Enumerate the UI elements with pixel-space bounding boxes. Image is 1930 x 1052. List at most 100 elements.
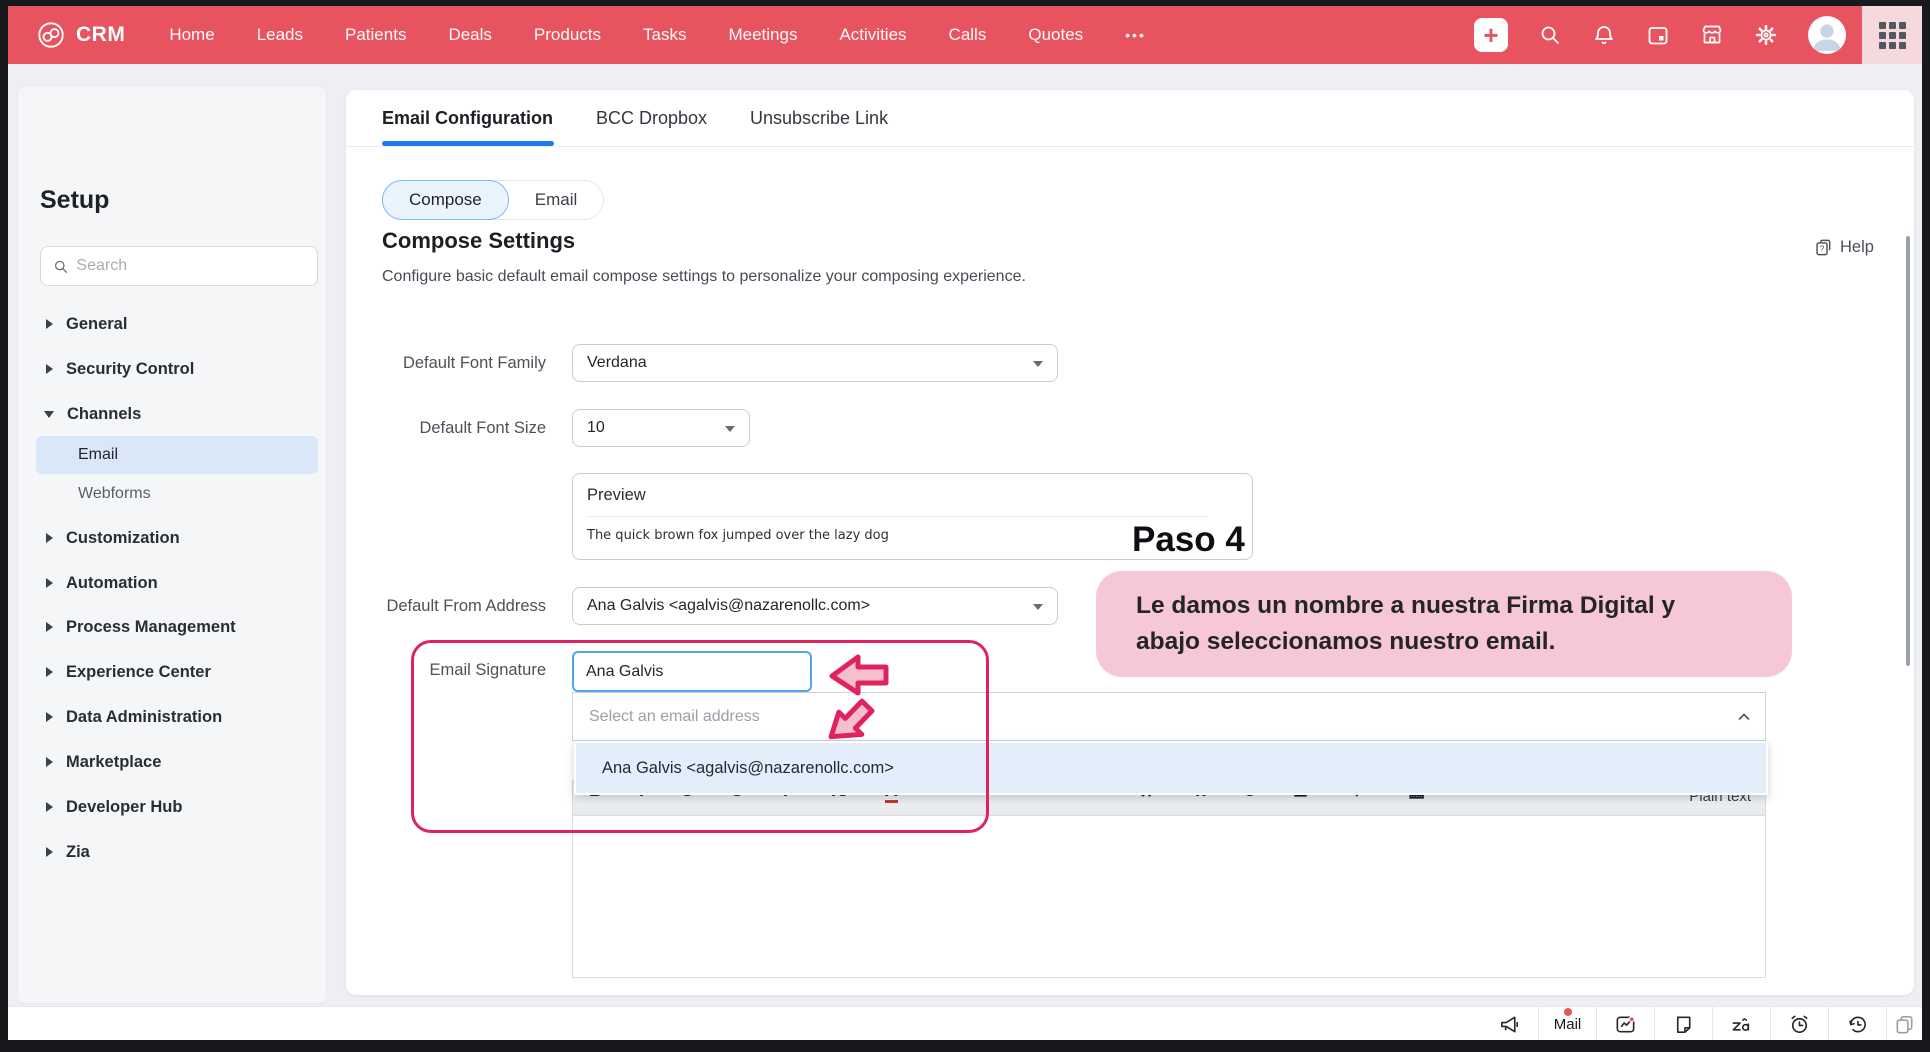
chevron-right-icon — [46, 622, 53, 632]
tab-bcc-dropbox[interactable]: BCC Dropbox — [596, 108, 707, 129]
chevron-right-icon — [46, 578, 53, 588]
nav-item-patients[interactable]: Patients — [345, 25, 406, 45]
annotation-note: Le damos un nombre a nuestra Firma Digit… — [1096, 571, 1792, 677]
nav-overflow-ellipsis[interactable]: ••• — [1125, 27, 1146, 43]
chevron-down-icon — [44, 411, 54, 418]
sidebar-item-webforms[interactable]: Webforms — [18, 475, 326, 513]
nav-item-deals[interactable]: Deals — [448, 25, 491, 45]
signature-editor-body[interactable] — [572, 816, 1766, 978]
annotation-note-line2: abajo seleccionamos nuestro email. — [1136, 624, 1792, 660]
toggle-email[interactable]: Email — [509, 180, 604, 220]
chevron-up-icon — [1737, 712, 1751, 722]
sidebar-item-customization[interactable]: Customization — [18, 519, 326, 557]
email-dropdown-panel: Ana Galvis <agalvis@nazarenollc.com> — [574, 741, 1768, 795]
help-link[interactable]: ? Help — [1814, 238, 1874, 257]
sidebar-item-automation[interactable]: Automation — [18, 564, 326, 602]
step-annotation: Paso 4 — [1132, 520, 1245, 560]
nav-item-products[interactable]: Products — [534, 25, 601, 45]
tab-unsubscribe-link[interactable]: Unsubscribe Link — [750, 108, 888, 129]
chevron-right-icon — [46, 667, 53, 677]
avatar-person-icon — [1808, 16, 1846, 54]
chevron-right-icon — [46, 757, 53, 767]
font-size-select[interactable]: 10 — [572, 409, 750, 447]
copy-button[interactable] — [1886, 1007, 1922, 1040]
tab-email-configuration[interactable]: Email Configuration — [382, 108, 553, 129]
sidebar-item-marketplace[interactable]: Marketplace — [18, 743, 326, 781]
sidebar-item-general[interactable]: General — [18, 305, 326, 343]
app-launcher-button[interactable] — [1862, 6, 1922, 64]
toggle-compose[interactable]: Compose — [382, 180, 509, 220]
nav-item-calls[interactable]: Calls — [949, 25, 987, 45]
sidebar-title: Setup — [40, 186, 109, 215]
user-avatar[interactable] — [1808, 16, 1846, 54]
from-address-label: Default From Address — [351, 597, 546, 616]
app-window: CRM Home Leads Patients Deals Products T… — [8, 6, 1922, 1040]
svg-text:?: ? — [1820, 244, 1825, 253]
chevron-right-icon — [46, 712, 53, 722]
help-doc-icon: ? — [1814, 238, 1833, 257]
chevron-right-icon — [46, 364, 53, 374]
history-clock-icon — [1846, 1013, 1869, 1036]
sidebar-item-developer-hub[interactable]: Developer Hub — [18, 788, 326, 826]
settings-gear-icon[interactable] — [1754, 23, 1778, 47]
sidebar-search-input[interactable] — [76, 257, 305, 275]
sidebar-item-channels[interactable]: Channels — [18, 395, 326, 433]
font-size-label: Default Font Size — [351, 419, 546, 438]
annotation-arrow-down-left-icon — [820, 693, 892, 759]
brand-name: CRM — [76, 23, 125, 47]
brand[interactable]: CRM — [8, 20, 125, 50]
nav-item-home[interactable]: Home — [169, 25, 214, 45]
signature-email-select[interactable]: Select an email address — [572, 692, 1766, 741]
nav-item-activities[interactable]: Activities — [839, 25, 906, 45]
chevron-right-icon — [46, 319, 53, 329]
nav-item-meetings[interactable]: Meetings — [728, 25, 797, 45]
sidebar-item-process-management[interactable]: Process Management — [18, 608, 326, 646]
quick-add-button[interactable]: + — [1474, 18, 1508, 52]
chevron-right-icon — [46, 847, 53, 857]
preview-title: Preview — [587, 486, 646, 505]
sidebar-item-security-control[interactable]: Security Control — [18, 350, 326, 388]
alarm-clock-icon — [1788, 1013, 1811, 1036]
chart-icon — [1614, 1013, 1637, 1036]
chevron-right-icon — [46, 802, 53, 812]
page-title: Compose Settings — [382, 228, 575, 254]
analytics-button[interactable] — [1596, 1007, 1654, 1040]
tabs-divider — [346, 146, 1914, 147]
page-description: Configure basic default email compose se… — [382, 268, 1026, 286]
compose-email-toggle: Compose Email — [382, 180, 604, 220]
email-dropdown-option[interactable]: Ana Galvis <agalvis@nazarenollc.com> — [576, 743, 1766, 793]
setup-sidebar: Setup General Security Control Channels … — [18, 86, 326, 1003]
notifications-bell-icon[interactable] — [1592, 23, 1616, 47]
bottom-toolbar: Mail — [8, 1006, 1922, 1040]
preview-divider — [587, 516, 1208, 517]
nav-item-quotes[interactable]: Quotes — [1028, 25, 1083, 45]
marketplace-store-icon[interactable] — [1700, 23, 1724, 47]
annotation-note-line1: Le damos un nombre a nuestra Firma Digit… — [1136, 588, 1792, 624]
top-navigation-bar: CRM Home Leads Patients Deals Products T… — [8, 6, 1922, 64]
mail-button[interactable]: Mail — [1538, 1007, 1596, 1040]
announcements-button[interactable] — [1480, 1007, 1538, 1040]
sidebar-item-zia[interactable]: Zia — [18, 833, 326, 871]
font-family-select[interactable]: Verdana — [572, 344, 1058, 382]
tags-button[interactable] — [1654, 1007, 1712, 1040]
signature-name-input[interactable] — [572, 651, 812, 692]
apps-grid-icon — [1879, 22, 1906, 49]
scrollbar-thumb[interactable] — [1906, 236, 1910, 666]
preview-sample-text: The quick brown fox jumped over the lazy… — [587, 528, 889, 543]
nav-item-tasks[interactable]: Tasks — [643, 25, 686, 45]
sidebar-item-data-administration[interactable]: Data Administration — [18, 698, 326, 736]
sidebar-item-experience-center[interactable]: Experience Center — [18, 653, 326, 691]
zia-button[interactable] — [1712, 1007, 1770, 1040]
recent-items-button[interactable] — [1828, 1007, 1886, 1040]
search-icon[interactable] — [1538, 23, 1562, 47]
calendar-icon[interactable] — [1646, 23, 1670, 47]
from-address-select[interactable]: Ana Galvis <agalvis@nazarenollc.com> — [572, 587, 1058, 625]
email-signature-label: Email Signature — [351, 661, 546, 680]
chevron-right-icon — [46, 533, 53, 543]
nav-item-leads[interactable]: Leads — [257, 25, 303, 45]
mail-label: Mail — [1554, 1016, 1582, 1033]
sidebar-item-email[interactable]: Email — [36, 436, 318, 474]
sidebar-search[interactable] — [40, 246, 318, 286]
reminders-button[interactable] — [1770, 1007, 1828, 1040]
search-icon — [53, 258, 68, 275]
